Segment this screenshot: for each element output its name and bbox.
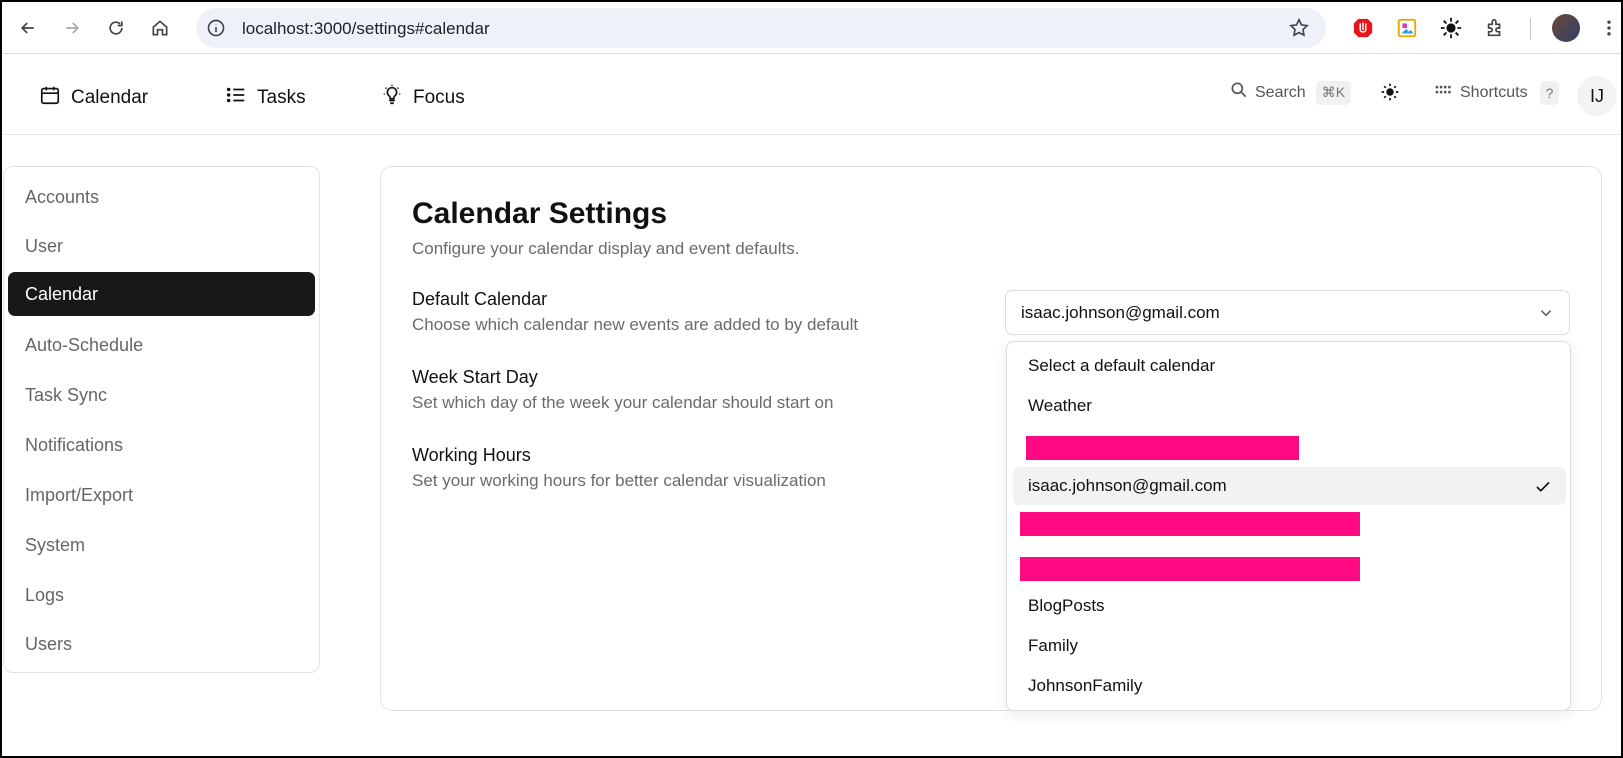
sidebar-item-logs[interactable]: Logs — [8, 573, 315, 617]
extensions-puzzle-icon[interactable] — [1483, 16, 1507, 40]
image-extension-icon[interactable] — [1395, 16, 1419, 40]
url-text[interactable]: localhost:3000/settings#calendar — [242, 19, 490, 39]
nav-focus[interactable]: Focus — [381, 84, 465, 112]
forward-icon[interactable] — [58, 14, 86, 42]
dropdown-option[interactable]: Family — [1013, 627, 1566, 665]
back-icon[interactable] — [14, 14, 42, 42]
dropdown-option-selected[interactable]: isaac.johnson@gmail.com — [1013, 467, 1566, 505]
checkmark-icon — [1534, 478, 1552, 496]
dropdown-option-label: isaac.johnson@gmail.com — [1028, 476, 1227, 495]
page-title: Calendar Settings — [412, 197, 668, 230]
theme-toggle-button[interactable] — [1380, 82, 1400, 107]
bookmark-star-icon[interactable] — [1288, 17, 1310, 39]
sidebar-item-accounts[interactable]: Accounts — [8, 175, 315, 219]
app-header: Calendar Tasks Focus Search ⌘K Shortcuts… — [2, 55, 1621, 135]
shortcuts-label: Shortcuts — [1460, 83, 1528, 101]
default-calendar-label: Default Calendar — [412, 289, 548, 309]
week-start-day-label: Week Start Day — [412, 367, 538, 387]
reload-icon[interactable] — [102, 14, 130, 42]
default-calendar-description: Choose which calendar new events are add… — [412, 315, 859, 334]
default-calendar-select[interactable]: isaac.johnson@gmail.com — [1005, 290, 1570, 335]
site-info-icon[interactable] — [206, 18, 226, 38]
browser-toolbar: localhost:3000/settings#calendar — [2, 2, 1621, 54]
default-calendar-dropdown: Select a default calendar Weather E isaa… — [1006, 341, 1571, 711]
redaction-bar — [1026, 436, 1299, 460]
working-hours-description: Set your working hours for better calend… — [412, 471, 826, 490]
search-shortcut-badge: ⌘K — [1315, 80, 1352, 105]
search-label: Search — [1255, 83, 1306, 101]
sun-icon — [1380, 82, 1400, 107]
sidebar-item-auto-schedule[interactable]: Auto-Schedule — [8, 323, 315, 367]
sidebar-item-user[interactable]: User — [8, 224, 315, 268]
redaction-bar — [1020, 557, 1360, 581]
sidebar-item-task-sync[interactable]: Task Sync — [8, 373, 315, 417]
dropdown-option[interactable]: BlogPosts — [1013, 587, 1566, 625]
address-bar[interactable]: localhost:3000/settings#calendar — [196, 8, 1326, 48]
week-start-day-description: Set which day of the week your calendar … — [412, 393, 834, 412]
lightbulb-icon — [381, 84, 403, 112]
search-button[interactable]: Search ⌘K — [1229, 80, 1352, 105]
sidebar-item-system[interactable]: System — [8, 523, 315, 567]
nav-focus-label: Focus — [413, 87, 465, 108]
sun-extension-icon[interactable] — [1439, 16, 1463, 40]
nav-tasks[interactable]: Tasks — [225, 84, 306, 112]
dropdown-option[interactable]: JohnsonFamily — [1013, 667, 1566, 705]
menu-kebab-icon[interactable] — [1597, 16, 1621, 40]
nav-tasks-label: Tasks — [257, 87, 306, 108]
sidebar-item-import-export[interactable]: Import/Export — [8, 473, 315, 517]
search-icon — [1229, 80, 1249, 105]
profile-avatar[interactable] — [1552, 14, 1580, 42]
adblock-extension-icon[interactable] — [1351, 16, 1375, 40]
toolbar-divider — [1530, 18, 1531, 40]
dropdown-option[interactable]: Weather — [1013, 387, 1566, 425]
default-calendar-value: isaac.johnson@gmail.com — [1021, 302, 1220, 322]
keyboard-icon — [1434, 80, 1454, 105]
nav-calendar[interactable]: Calendar — [39, 84, 148, 112]
sidebar-item-users[interactable]: Users — [8, 622, 315, 666]
sidebar-item-notifications[interactable]: Notifications — [8, 423, 315, 467]
list-icon — [225, 84, 247, 112]
calendar-icon — [39, 84, 61, 112]
home-icon[interactable] — [146, 14, 174, 42]
dropdown-option[interactable]: Select a default calendar — [1013, 347, 1566, 385]
shortcuts-button[interactable]: Shortcuts ? — [1434, 80, 1560, 105]
working-hours-label: Working Hours — [412, 445, 531, 465]
chevron-down-icon — [1537, 304, 1555, 322]
settings-sidebar: Accounts User Calendar Auto-Schedule Tas… — [3, 166, 320, 673]
user-avatar[interactable]: IJ — [1577, 76, 1617, 116]
sidebar-item-calendar[interactable]: Calendar — [8, 272, 315, 316]
shortcuts-key-badge: ? — [1539, 80, 1560, 105]
page-subtitle: Configure your calendar display and even… — [412, 239, 800, 258]
nav-calendar-label: Calendar — [71, 87, 149, 108]
redaction-bar — [1020, 512, 1360, 536]
